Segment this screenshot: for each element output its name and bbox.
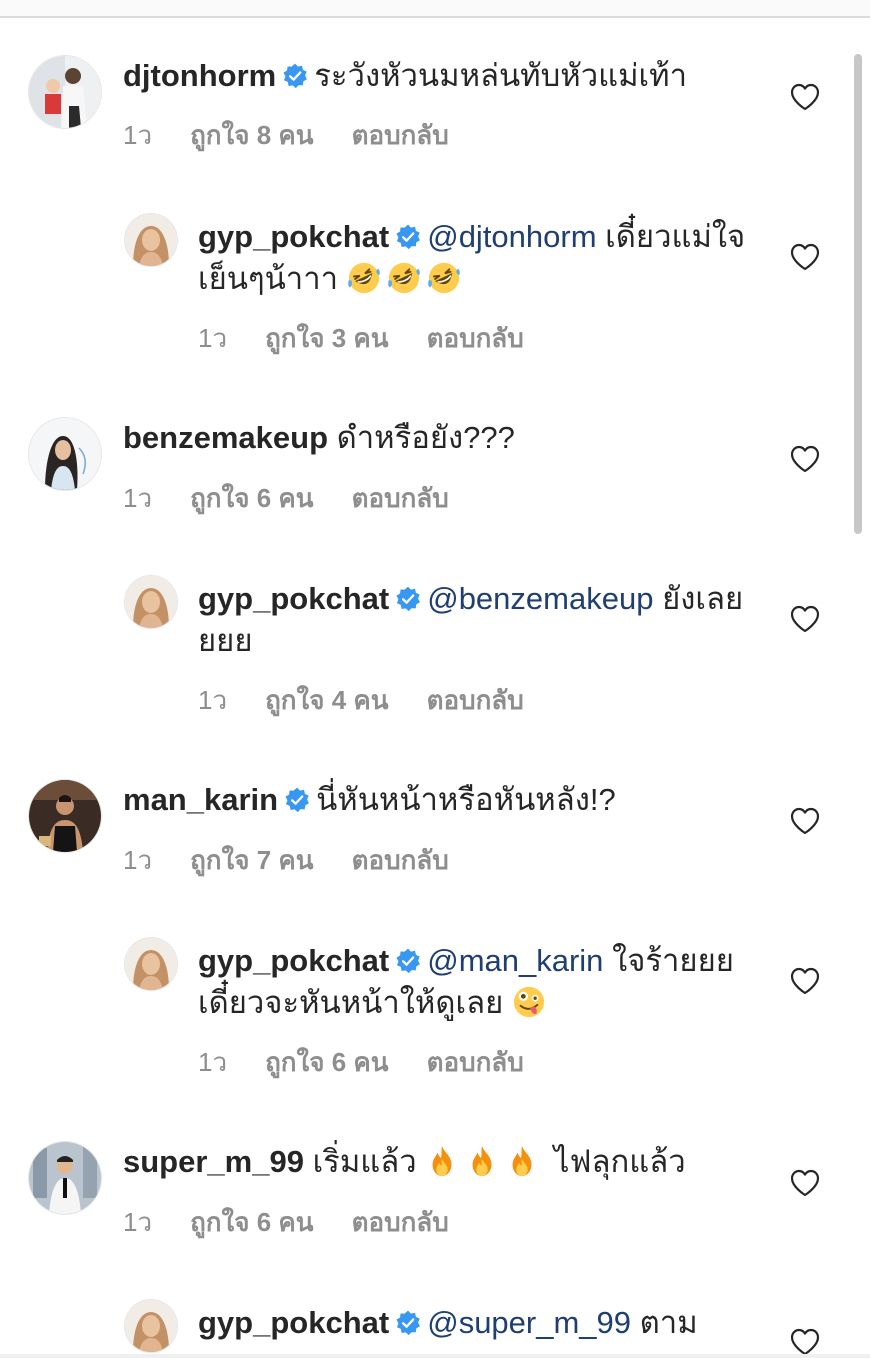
avatar-gyp_pokchat[interactable] [125, 576, 177, 628]
comment-meta: 1ว ถูกใจ 8 คน ตอบกลับ [123, 115, 487, 156]
heart-icon[interactable] [790, 1328, 820, 1356]
verified-badge-icon [395, 1310, 421, 1336]
avatar-gyp_pokchat[interactable] [125, 938, 177, 990]
comment-time: 1ว [198, 323, 228, 353]
comment-body: man_karin นี่หันหน้าหรือหันหลัง!? [123, 779, 773, 821]
comment-time: 1ว [123, 845, 153, 875]
comment-meta: 1ว ถูกใจ 3 คน ตอบกลับ [198, 318, 562, 359]
heart-icon[interactable] [790, 1169, 820, 1197]
comment-text: ตาม [639, 1305, 698, 1340]
comment-text-after: ไฟลุกแล้ว [553, 1144, 686, 1179]
fire-emoji-icon [465, 1144, 499, 1178]
verified-badge-icon [282, 63, 308, 89]
avatar-djtonhorm[interactable] [29, 56, 101, 128]
comment-text: ระวังหัวนมหล่นทับหัวแม่เท้า [314, 58, 687, 93]
username-link[interactable]: gyp_pokchat [198, 219, 389, 254]
reply-button[interactable]: ตอบกลับ [352, 120, 449, 150]
heart-icon[interactable] [790, 83, 820, 111]
comment-text: นี่หันหน้าหรือหันหลัง!? [316, 782, 616, 817]
username-link[interactable]: benzemakeup [123, 420, 328, 455]
avatar-man_karin[interactable] [29, 780, 101, 852]
reply-button[interactable]: ตอบกลับ [427, 685, 524, 715]
heart-icon[interactable] [790, 967, 820, 995]
bottom-edge [0, 1354, 870, 1358]
mention-link[interactable]: @benzemakeup [427, 581, 653, 616]
likes-count-link[interactable]: ถูกใจ 7 คน [190, 845, 314, 875]
comment-body: super_m_99 เริ่มแล้ว ไฟลุกแล้ว [123, 1141, 773, 1183]
comment-time: 1ว [198, 685, 228, 715]
mention-link[interactable]: @djtonhorm [427, 219, 596, 254]
username-link[interactable]: gyp_pokchat [198, 1305, 389, 1340]
reply-button[interactable]: ตอบกลับ [352, 483, 449, 513]
verified-badge-icon [395, 224, 421, 250]
comment-meta: 1ว ถูกใจ 6 คน ตอบกลับ [198, 1042, 562, 1083]
rolling-laughing-emoji-icon [347, 261, 381, 295]
username-link[interactable]: gyp_pokchat [198, 581, 389, 616]
username-link[interactable]: super_m_99 [123, 1144, 304, 1179]
avatar-gyp_pokchat[interactable] [125, 214, 177, 266]
scrollbar[interactable] [854, 54, 862, 534]
comment-time: 1ว [123, 1207, 153, 1237]
heart-icon[interactable] [790, 445, 820, 473]
rolling-laughing-emoji-icon [427, 261, 461, 295]
heart-icon[interactable] [790, 807, 820, 835]
comment-time: 1ว [123, 120, 153, 150]
comment-time: 1ว [123, 483, 153, 513]
reply-button[interactable]: ตอบกลับ [427, 323, 524, 353]
comment-meta: 1ว ถูกใจ 7 คน ตอบกลับ [123, 840, 487, 881]
comment-time: 1ว [198, 1047, 228, 1077]
username-link[interactable]: gyp_pokchat [198, 943, 389, 978]
likes-count-link[interactable]: ถูกใจ 6 คน [190, 483, 314, 513]
heart-icon[interactable] [790, 605, 820, 633]
rolling-laughing-emoji-icon [387, 261, 421, 295]
comment-body: gyp_pokchat @man_karin ใจร้ายยย เดี๋ยวจะห… [198, 940, 758, 1024]
reply-button[interactable]: ตอบกลับ [352, 845, 449, 875]
comment-body: gyp_pokchat @super_m_99 ตาม [198, 1302, 758, 1354]
likes-count-link[interactable]: ถูกใจ 6 คน [190, 1207, 314, 1237]
comment-meta: 1ว ถูกใจ 4 คน ตอบกลับ [198, 680, 562, 721]
avatar-benzemakeup[interactable] [29, 418, 101, 490]
verified-badge-icon [395, 586, 421, 612]
comment-body: benzemakeup ดำหรือยัง??? [123, 417, 773, 459]
fire-emoji-icon [505, 1144, 539, 1178]
top-divider [0, 0, 870, 18]
verified-badge-icon [395, 948, 421, 974]
likes-count-link[interactable]: ถูกใจ 3 คน [265, 323, 389, 353]
avatar-gyp_pokchat[interactable] [125, 1300, 177, 1352]
comment-meta: 1ว ถูกใจ 6 คน ตอบกลับ [123, 478, 487, 519]
comment-text-before: เริ่มแล้ว [312, 1144, 417, 1179]
reply-button[interactable]: ตอบกลับ [427, 1047, 524, 1077]
mention-link[interactable]: @super_m_99 [427, 1305, 631, 1340]
comment-body: djtonhorm ระวังหัวนมหล่นทับหัวแม่เท้า [123, 55, 773, 97]
fire-emoji-icon [425, 1144, 459, 1178]
zany-face-emoji-icon [512, 985, 546, 1019]
avatar-super_m_99[interactable] [29, 1142, 101, 1214]
likes-count-link[interactable]: ถูกใจ 8 คน [190, 120, 314, 150]
reply-button[interactable]: ตอบกลับ [352, 1207, 449, 1237]
comment-meta: 1ว ถูกใจ 6 คน ตอบกลับ [123, 1202, 487, 1243]
comment-text: ดำหรือยัง??? [336, 420, 515, 455]
mention-link[interactable]: @man_karin [427, 943, 603, 978]
verified-badge-icon [284, 787, 310, 813]
comment-body: gyp_pokchat @benzemakeup ยังเลยยยย [198, 578, 758, 662]
likes-count-link[interactable]: ถูกใจ 4 คน [265, 685, 389, 715]
username-link[interactable]: djtonhorm [123, 58, 276, 93]
likes-count-link[interactable]: ถูกใจ 6 คน [265, 1047, 389, 1077]
comment-body: gyp_pokchat @djtonhorm เดี๋ยวแม่ใจเย็นๆน้… [198, 216, 758, 300]
heart-icon[interactable] [790, 243, 820, 271]
username-link[interactable]: man_karin [123, 782, 278, 817]
